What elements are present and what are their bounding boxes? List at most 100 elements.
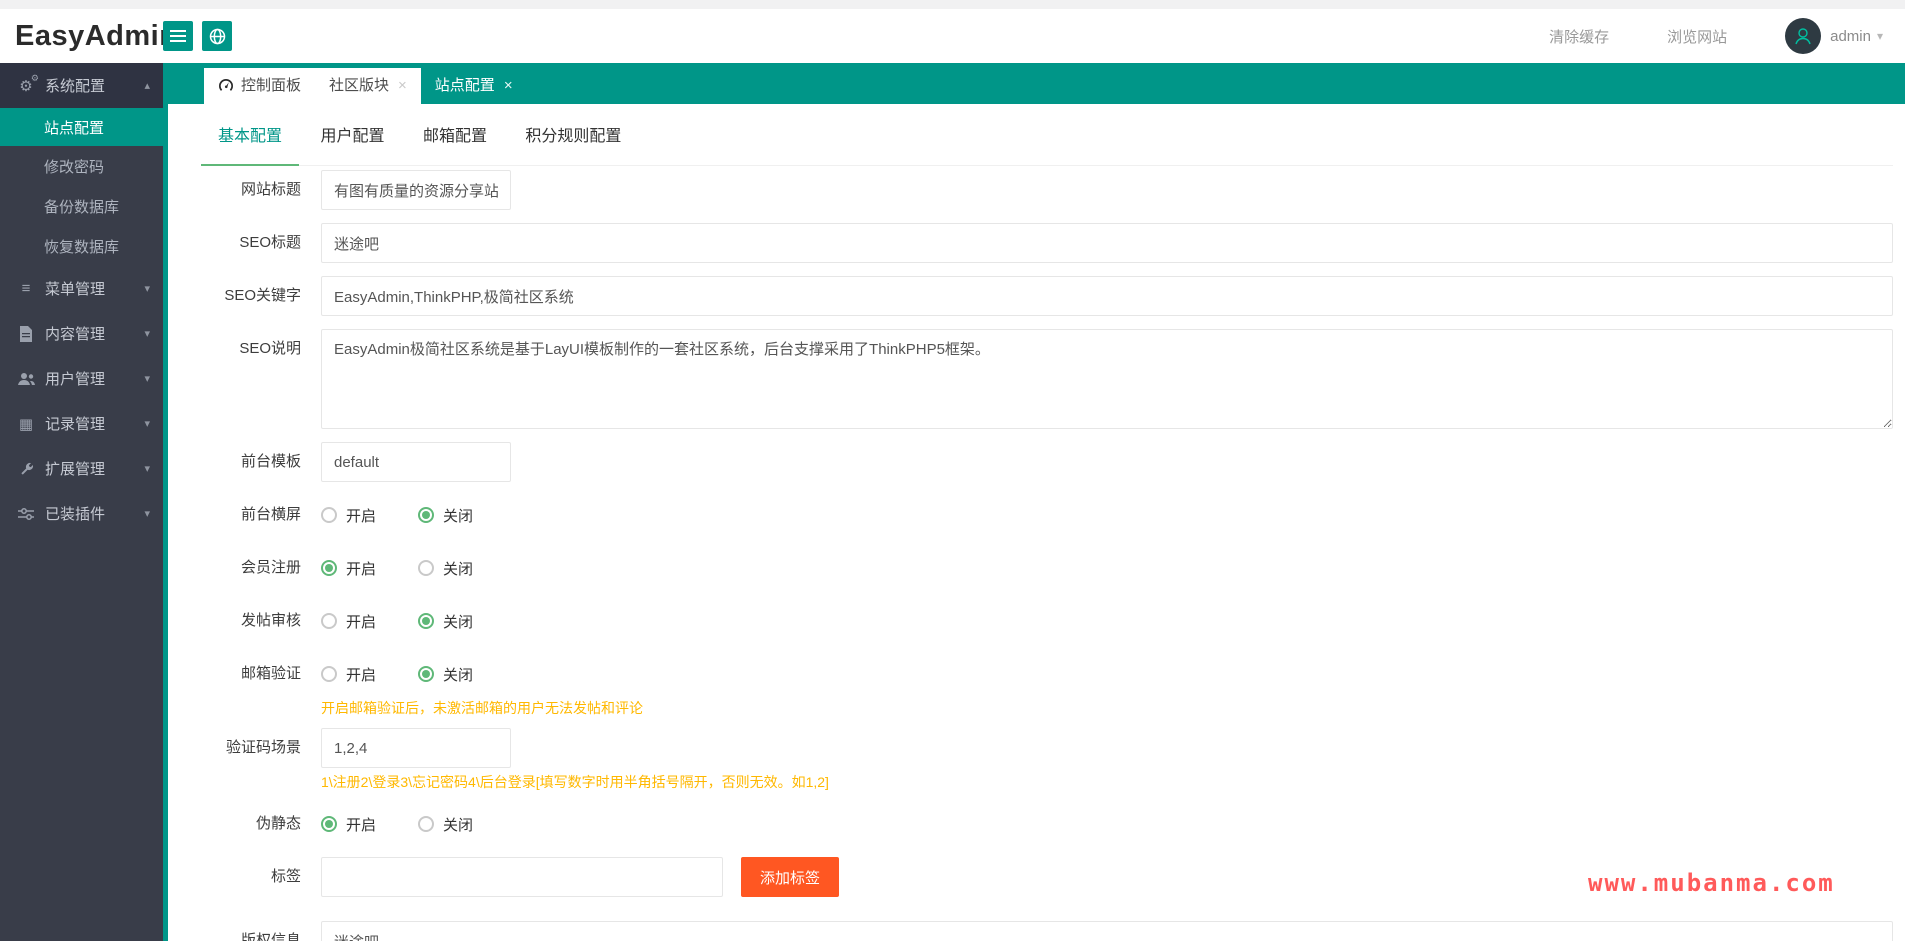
list-icon: ≡ bbox=[16, 280, 36, 297]
wrench-icon bbox=[16, 460, 36, 477]
config-subtabs: 基本配置 用户配置 邮箱配置 积分规则配置 bbox=[201, 104, 1893, 166]
refresh-globe-button[interactable] bbox=[202, 21, 232, 51]
form-row: 验证码场景 bbox=[168, 728, 1905, 768]
seo-title-input[interactable] bbox=[321, 223, 1893, 263]
subtab-points-rule-config[interactable]: 积分规则配置 bbox=[508, 124, 638, 164]
radio-pseudo-static-off[interactable] bbox=[418, 816, 434, 832]
email-verify-label: 邮箱验证 bbox=[168, 654, 311, 694]
radio-email-verify-off[interactable] bbox=[418, 666, 434, 682]
form-row: SEO说明 EasyAdmin极简社区系统是基于LayUI模板制作的一套社区系统… bbox=[168, 329, 1905, 429]
copyright-input[interactable] bbox=[321, 921, 1893, 941]
header: EasyAdmin 清除缓存 浏览网站 admin ▾ bbox=[0, 9, 1905, 63]
tags-input[interactable] bbox=[321, 857, 723, 897]
sidebar-item-backup-database[interactable]: 备份数据库 bbox=[0, 186, 163, 226]
hint-row: 开启邮箱验证后，未激活邮箱的用户无法发帖和评论 bbox=[168, 698, 1905, 718]
member-register-label: 会员注册 bbox=[168, 548, 311, 588]
avatar[interactable] bbox=[1785, 18, 1821, 54]
hamburger-icon bbox=[170, 30, 186, 42]
radio-post-review-off[interactable] bbox=[418, 613, 434, 629]
sidebar-item-installed-plugins[interactable]: 已装插件 ▾ bbox=[0, 491, 163, 536]
tab-site-config[interactable]: 站点配置 × bbox=[421, 68, 527, 104]
email-verify-hint: 开启邮箱验证后，未激活邮箱的用户无法发帖和评论 bbox=[321, 700, 643, 716]
front-template-input[interactable] bbox=[321, 442, 511, 482]
chevron-down-icon: ▾ bbox=[144, 372, 150, 385]
subtab-user-config[interactable]: 用户配置 bbox=[303, 124, 401, 164]
seo-keywords-label: SEO关键字 bbox=[168, 276, 311, 316]
sidebar-item-restore-database[interactable]: 恢复数据库 bbox=[0, 226, 163, 266]
browse-site-link[interactable]: 浏览网站 bbox=[1667, 26, 1727, 47]
app-logo: EasyAdmin bbox=[0, 20, 163, 53]
users-icon bbox=[16, 370, 36, 387]
captcha-scene-hint: 1\注册2\登录3\忘记密码4\后台登录[填写数字时用半角括号隔开，否则无效。如… bbox=[321, 774, 829, 790]
subtab-basic-config[interactable]: 基本配置 bbox=[201, 124, 299, 166]
add-tag-button[interactable]: 添加标签 bbox=[741, 857, 839, 897]
radio-front-landscape-off[interactable] bbox=[418, 507, 434, 523]
close-icon[interactable]: × bbox=[504, 68, 513, 104]
form-row: 网站标题 bbox=[168, 170, 1905, 210]
username[interactable]: admin bbox=[1830, 28, 1871, 45]
chevron-up-icon: ▴ bbox=[144, 79, 150, 92]
toggle-sidebar-button[interactable] bbox=[163, 21, 193, 51]
front-template-label: 前台模板 bbox=[168, 442, 311, 482]
globe-icon bbox=[209, 28, 226, 45]
radio-email-verify-on[interactable] bbox=[321, 666, 337, 682]
seo-title-label: SEO标题 bbox=[168, 223, 311, 263]
pseudo-static-label: 伪静态 bbox=[168, 804, 311, 844]
radio-post-review-on[interactable] bbox=[321, 613, 337, 629]
clear-cache-link[interactable]: 清除缓存 bbox=[1549, 26, 1609, 47]
sidebar-item-menu-management[interactable]: ≡ 菜单管理 ▾ bbox=[0, 266, 163, 311]
post-review-label: 发帖审核 bbox=[168, 601, 311, 641]
hint-row: 1\注册2\登录3\忘记密码4\后台登录[填写数字时用半角括号隔开，否则无效。如… bbox=[168, 772, 1905, 792]
radio-member-register-off[interactable] bbox=[418, 560, 434, 576]
sidebar-item-change-password[interactable]: 修改密码 bbox=[0, 146, 163, 186]
subtab-email-config[interactable]: 邮箱配置 bbox=[406, 124, 504, 164]
chevron-down-icon: ▾ bbox=[144, 507, 150, 520]
sidebar-item-system-config[interactable]: ⚙⚙ 系统配置 ▴ bbox=[0, 63, 163, 108]
tab-community-board[interactable]: 社区版块 × bbox=[315, 68, 421, 104]
sidebar: ⚙⚙ 系统配置 ▴ 站点配置 修改密码 备份数据库 恢复数据库 ≡ 菜单管理 ▾… bbox=[0, 63, 163, 941]
form-row: SEO标题 bbox=[168, 223, 1905, 263]
tab-bar: 控制面板 社区版块 × 站点配置 × bbox=[168, 63, 1905, 104]
sidebar-item-extension-management[interactable]: 扩展管理 ▾ bbox=[0, 446, 163, 491]
content: 基本配置 用户配置 邮箱配置 积分规则配置 网站标题 SEO标题 SEO关键字 … bbox=[168, 104, 1905, 941]
form-row: 版权信息 bbox=[168, 921, 1905, 941]
sidebar-item-content-management[interactable]: 内容管理 ▾ bbox=[0, 311, 163, 356]
seo-keywords-input[interactable] bbox=[321, 276, 1893, 316]
watermark: www.mubanma.com bbox=[1588, 869, 1835, 897]
top-strip bbox=[0, 0, 1905, 9]
header-right: 清除缓存 浏览网站 admin ▾ bbox=[1549, 9, 1883, 63]
site-title-label: 网站标题 bbox=[168, 170, 311, 210]
form-row: 邮箱验证 开启 关闭 bbox=[168, 654, 1905, 694]
radio-pseudo-static-on[interactable] bbox=[321, 816, 337, 832]
site-title-input[interactable] bbox=[321, 170, 511, 210]
main-area: 控制面板 社区版块 × 站点配置 × 基本配置 用户配置 邮箱配置 积分规则配置… bbox=[163, 63, 1905, 941]
sidebar-item-record-management[interactable]: ▦ 记录管理 ▾ bbox=[0, 401, 163, 446]
seo-description-label: SEO说明 bbox=[168, 329, 311, 429]
document-icon bbox=[16, 325, 36, 342]
chevron-down-icon: ▾ bbox=[144, 327, 150, 340]
radio-front-landscape-on[interactable] bbox=[321, 507, 337, 523]
sidebar-item-user-management[interactable]: 用户管理 ▾ bbox=[0, 356, 163, 401]
gears-icon: ⚙⚙ bbox=[16, 77, 36, 95]
form-row: 前台模板 bbox=[168, 442, 1905, 482]
copyright-label: 版权信息 bbox=[168, 921, 311, 941]
close-icon[interactable]: × bbox=[398, 68, 407, 104]
dashboard-icon bbox=[218, 78, 234, 94]
radio-member-register-on[interactable] bbox=[321, 560, 337, 576]
basic-config-form: 网站标题 SEO标题 SEO关键字 SEO说明 EasyAdmin极简社区系统是… bbox=[168, 170, 1905, 941]
front-landscape-label: 前台横屏 bbox=[168, 495, 311, 535]
chevron-down-icon[interactable]: ▾ bbox=[1877, 29, 1883, 43]
seo-description-textarea[interactable]: EasyAdmin极简社区系统是基于LayUI模板制作的一套社区系统，后台支撑采… bbox=[321, 329, 1893, 429]
sliders-icon bbox=[16, 505, 36, 522]
sidebar-item-site-config[interactable]: 站点配置 bbox=[0, 108, 163, 146]
form-row: 伪静态 开启 关闭 bbox=[168, 804, 1905, 844]
chevron-down-icon: ▾ bbox=[144, 462, 150, 475]
tags-label: 标签 bbox=[168, 857, 311, 897]
sidebar-item-label: 系统配置 bbox=[45, 75, 105, 96]
chevron-down-icon: ▾ bbox=[144, 282, 150, 295]
captcha-scene-input[interactable] bbox=[321, 728, 511, 768]
tab-dashboard[interactable]: 控制面板 bbox=[204, 68, 315, 104]
form-row: SEO关键字 bbox=[168, 276, 1905, 316]
tab-label: 社区版块 bbox=[329, 68, 389, 104]
chevron-down-icon: ▾ bbox=[144, 417, 150, 430]
